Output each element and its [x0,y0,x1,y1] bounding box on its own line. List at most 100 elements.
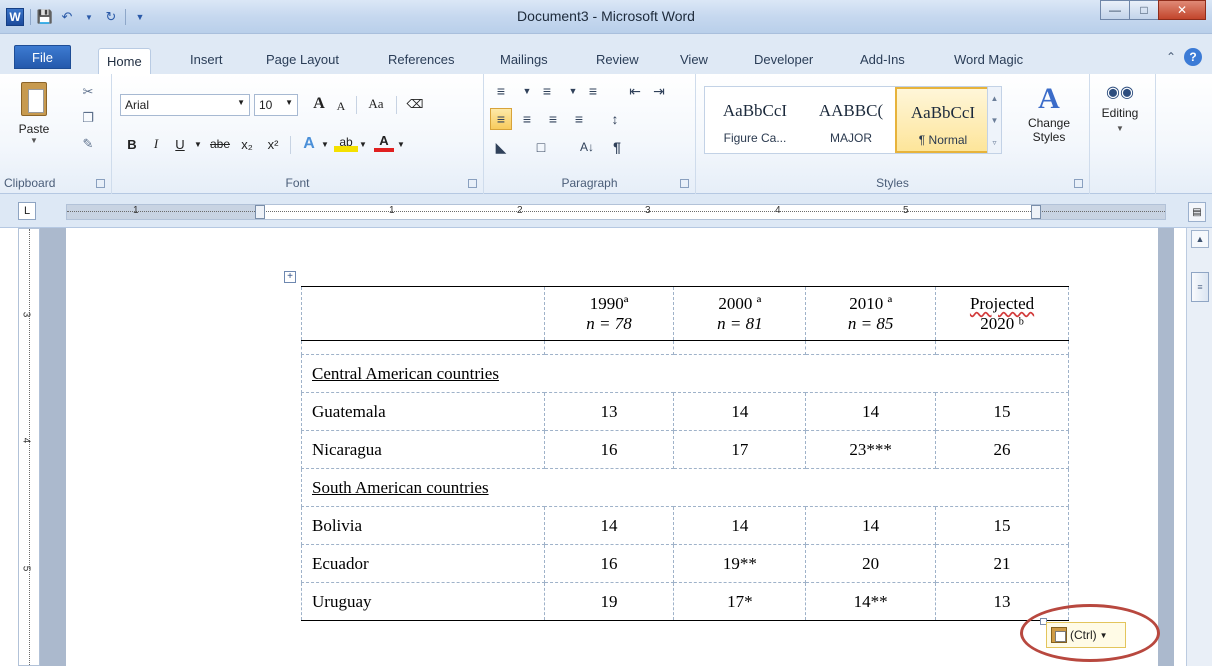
align-left-icon[interactable]: ≡ [490,108,512,130]
table-cell[interactable]: 20 [805,544,937,583]
scroll-up-icon[interactable]: ▲ [1191,230,1209,248]
table-cell[interactable]: Uruguay [301,582,545,621]
change-styles-button[interactable]: A Change Styles [1026,82,1072,158]
subscript-button[interactable]: x₂ [236,134,258,154]
paste-button[interactable]: Paste ▼ [14,82,54,158]
multilevel-list-icon[interactable]: ≡ [582,80,604,102]
tab-developer[interactable]: Developer [746,48,821,70]
table-cell[interactable]: 16 [543,544,675,583]
table-cell[interactable]: 14 [673,392,807,431]
tab-word-magic[interactable]: Word Magic [946,48,1031,70]
strikethrough-button[interactable]: abe [206,134,234,154]
scrollbar-thumb[interactable]: ≡ [1191,272,1209,302]
table-cell[interactable]: Nicaragua [301,430,545,469]
table-move-handle-icon[interactable]: + [284,271,296,283]
format-painter-icon[interactable]: ✎ [80,136,96,152]
chevron-down-icon[interactable]: ▼ [562,80,584,102]
superscript-button[interactable]: x² [262,134,284,154]
style-major[interactable]: AABBC( MAJOR [803,87,899,153]
table-cell[interactable]: Bolivia [301,506,545,545]
borders-icon[interactable]: □ [530,136,552,158]
paragraph-launcher-icon[interactable] [680,179,689,188]
show-formatting-button[interactable]: ¶ [606,136,628,158]
minimize-button[interactable]: — [1100,0,1130,20]
tab-home[interactable]: Home [98,48,151,74]
table-header-cell[interactable] [301,286,545,341]
table-cell[interactable]: 14 [805,392,937,431]
font-size-combo[interactable]: 10 ▼ [254,94,298,116]
right-indent-marker[interactable] [1031,205,1041,219]
font-name-combo[interactable]: Arial ▼ [120,94,250,116]
grow-font-button[interactable]: A [308,94,330,114]
table-cell[interactable]: 14 [543,506,675,545]
cut-icon[interactable]: ✂ [80,84,96,100]
table-cell[interactable]: 14 [805,506,937,545]
table-cell[interactable]: 23*** [805,430,937,469]
tab-view[interactable]: View [672,48,716,70]
table-cell[interactable]: 21 [935,544,1069,583]
sort-icon[interactable]: A↓ [576,136,598,158]
table-cell[interactable] [935,340,1069,355]
numbering-icon[interactable]: ≡ [536,80,558,102]
table-cell[interactable] [301,340,545,355]
shading-icon[interactable]: ◣ [490,136,512,158]
underline-button[interactable]: U [170,134,190,154]
copy-icon[interactable]: ❐ [80,110,96,126]
tab-selector-button[interactable]: L [18,202,36,220]
vertical-ruler[interactable]: 3 4 5 [18,228,40,666]
table-header-cell[interactable]: 2000 ª n = 81 [673,286,807,341]
chevron-down-icon[interactable]: ▼ [358,134,368,154]
style-figure-caption[interactable]: AaBbCcI Figure Ca... [707,87,803,153]
table-cell[interactable]: 14 [673,506,807,545]
italic-button[interactable]: I [146,134,166,154]
chevron-down-icon[interactable]: ▼ [991,116,999,125]
styles-launcher-icon[interactable] [1074,179,1083,188]
table-header-cell[interactable]: Projected 2020 ᵇ [935,286,1069,341]
paste-dropdown-icon[interactable]: ▼ [30,136,38,145]
styles-gallery-scroll[interactable]: ▲ ▼ ▿ [987,87,1001,153]
font-launcher-icon[interactable] [468,179,477,188]
chevron-down-icon[interactable]: ▼ [320,134,330,154]
table-header-cell[interactable]: 2010 ª n = 85 [805,286,937,341]
document-page[interactable]: + 1990ª n = 78 2000 ª n = 81 2010 ª n = … [66,228,1158,666]
clipboard-launcher-icon[interactable] [96,179,105,188]
table-cell[interactable]: 15 [935,392,1069,431]
change-case-button[interactable]: Aa [362,94,390,114]
help-icon[interactable]: ? [1184,48,1202,66]
align-center-icon[interactable]: ≡ [516,108,538,130]
minimize-ribbon-icon[interactable]: ⌃ [1166,50,1176,64]
text-effects-icon[interactable]: A [298,134,320,154]
chevron-up-icon[interactable]: ▲ [991,94,999,103]
data-table[interactable]: 1990ª n = 78 2000 ª n = 81 2010 ª n = 85… [301,286,1069,621]
tab-file[interactable]: File [14,45,71,69]
table-cell[interactable]: 17 [673,430,807,469]
editing-button[interactable]: ◉◉ Editing ▼ [1098,82,1142,158]
close-button[interactable]: ✕ [1158,0,1206,20]
bullets-icon[interactable]: ≡ [490,80,512,102]
more-styles-icon[interactable]: ▿ [992,138,996,147]
bold-button[interactable]: B [122,134,142,154]
table-cell[interactable] [673,340,807,355]
table-header-cell[interactable]: 1990ª n = 78 [543,286,675,341]
tab-add-ins[interactable]: Add-Ins [852,48,913,70]
table-cell[interactable]: 19 [543,582,675,621]
left-indent-marker[interactable] [255,205,265,219]
justify-icon[interactable]: ≡ [568,108,590,130]
chevron-down-icon[interactable]: ▼ [396,134,406,154]
underline-dropdown-icon[interactable]: ▼ [192,134,204,154]
tab-mailings[interactable]: Mailings [492,48,556,70]
align-right-icon[interactable]: ≡ [542,108,564,130]
table-cell[interactable]: 13 [543,392,675,431]
table-cell[interactable]: Ecuador [301,544,545,583]
table-cell[interactable]: 26 [935,430,1069,469]
table-cell[interactable]: 16 [543,430,675,469]
table-cell[interactable]: Guatemala [301,392,545,431]
horizontal-ruler[interactable]: 1 1 2 3 4 5 [66,204,1166,220]
increase-indent-icon[interactable]: ⇥ [648,80,670,102]
tab-insert[interactable]: Insert [182,48,231,70]
table-cell[interactable]: Central American countries [301,354,1069,393]
table-cell[interactable]: 15 [935,506,1069,545]
tab-references[interactable]: References [380,48,462,70]
tab-review[interactable]: Review [588,48,647,70]
table-cell[interactable]: 19** [673,544,807,583]
